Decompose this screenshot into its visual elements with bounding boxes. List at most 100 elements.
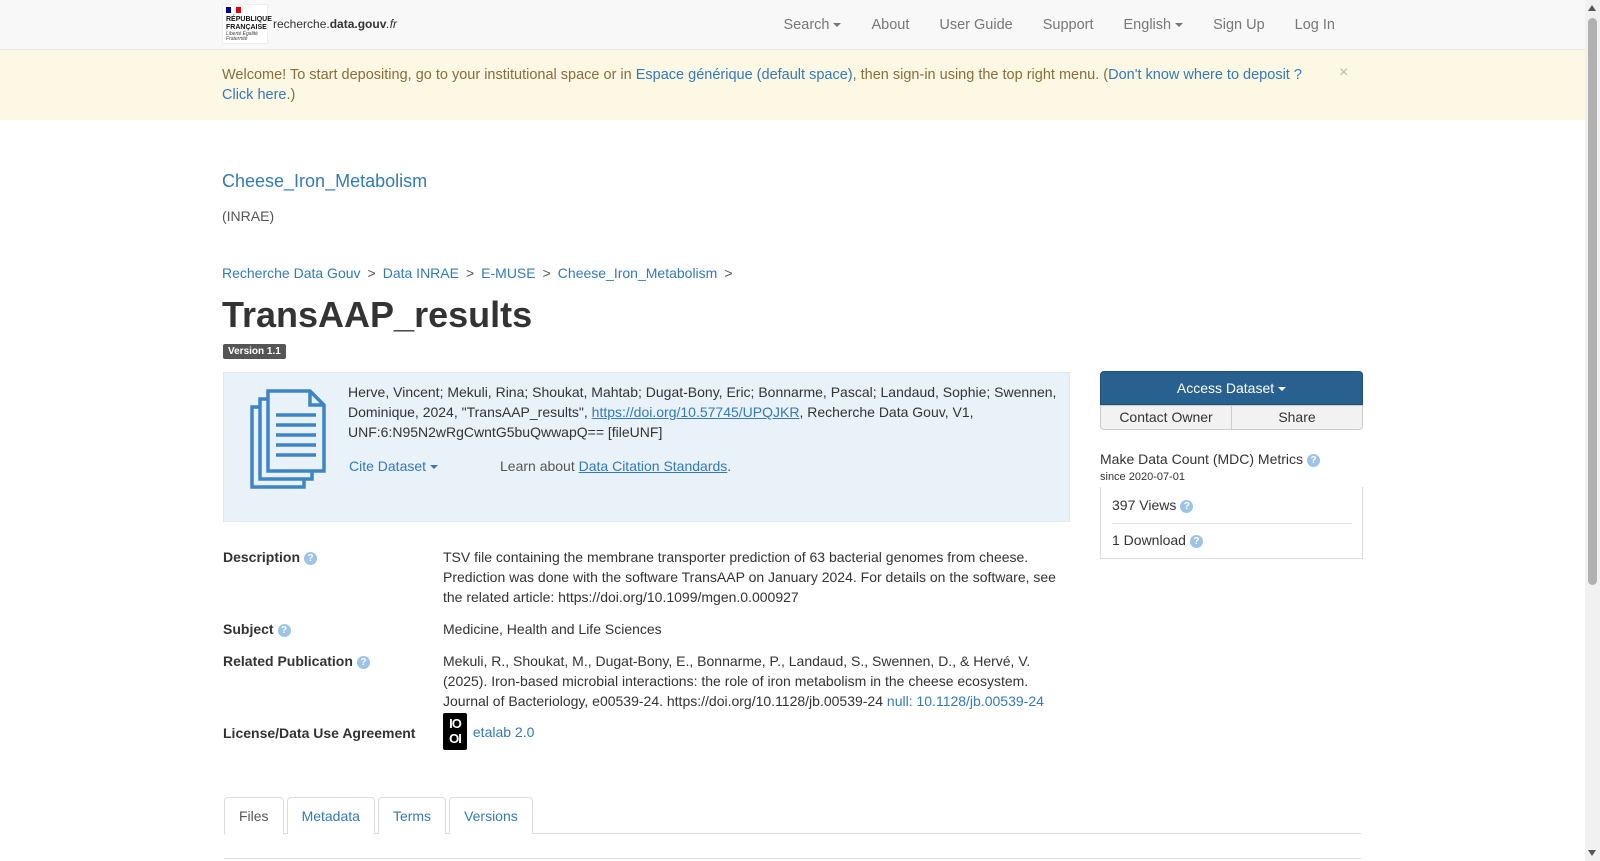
citation-block: Herve, Vincent; Mekuli, Rina; Shoukat, M… — [223, 372, 1070, 522]
alert-text-2: , then sign-in using the top right menu.… — [852, 67, 1109, 83]
publication-label-text: Related Publication — [223, 653, 353, 669]
license-link[interactable]: etalab 2.0 — [473, 724, 535, 740]
chevron-down-icon — [430, 465, 439, 470]
tab-files[interactable]: Files — [224, 797, 284, 835]
metrics-title-text: Make Data Count (MDC) Metrics — [1100, 451, 1304, 467]
scrollbar-thumb[interactable] — [1588, 18, 1597, 585]
french-flag-icon — [226, 7, 241, 13]
publication-value: Mekuli, R., Shoukat, M., Dugat-Bony, E.,… — [443, 651, 1063, 711]
logo-motto: Liberté Égalité Fraternité — [226, 31, 258, 42]
breadcrumb-item[interactable]: Data INRAE — [383, 265, 459, 281]
description-label-text: Description — [223, 549, 301, 565]
breadcrumb-separator: > — [542, 265, 551, 281]
access-dataset-button[interactable]: Access Dataset — [1100, 371, 1363, 405]
chevron-down-icon — [833, 23, 842, 28]
site-logo-link[interactable]: RÉPUBLIQUE FRANÇAISE Liberté Égalité Fra… — [222, 4, 397, 44]
publication-label: Related Publication? — [223, 651, 438, 671]
metrics-panel: 397 Views? 1 Download? — [1100, 487, 1363, 559]
nav-support[interactable]: Support — [1043, 17, 1094, 33]
dataset-title: TransAAP_results — [222, 294, 533, 335]
scroll-down-arrow-icon[interactable] — [1588, 850, 1596, 856]
scroll-up-arrow-icon[interactable] — [1588, 5, 1596, 11]
top-navbar: RÉPUBLIQUE FRANÇAISE Liberté Égalité Fra… — [0, 0, 1585, 50]
help-icon[interactable]: ? — [1307, 454, 1321, 467]
close-icon[interactable]: × — [1339, 63, 1348, 83]
chevron-down-icon — [1175, 23, 1184, 28]
site-name-suffix: .fr — [386, 17, 398, 31]
metrics-since: since 2020-07-01 — [1100, 471, 1186, 483]
breadcrumb-separator: > — [367, 265, 376, 281]
nav-sign-up[interactable]: Sign Up — [1213, 17, 1265, 33]
breadcrumb-item[interactable]: E-MUSE — [481, 265, 535, 281]
subject-value: Medicine, Health and Life Sciences — [443, 621, 662, 637]
nav-language-label: English — [1123, 17, 1172, 33]
description-label: Description? — [223, 547, 438, 567]
chevron-down-icon — [1278, 387, 1287, 392]
breadcrumb-separator: > — [465, 265, 475, 281]
generic-space-link[interactable]: Espace générique (default space) — [636, 67, 853, 83]
metrics-title: Make Data Count (MDC) Metrics? — [1100, 451, 1321, 467]
metrics-divider — [1112, 523, 1352, 524]
license-icon-bottom: OI — [449, 731, 462, 746]
help-icon[interactable]: ? — [356, 656, 370, 669]
republique-francaise-logo: RÉPUBLIQUE FRANÇAISE Liberté Égalité Fra… — [222, 4, 272, 44]
share-button[interactable]: Share — [1232, 405, 1363, 430]
nav-links: Search About User Guide Support English … — [754, 0, 1335, 50]
license-value: IO OI etalab 2.0 — [443, 713, 1063, 750]
downloads-metric: 1 Download? — [1112, 532, 1203, 548]
site-name-bold: data.gouv — [329, 17, 387, 31]
contact-owner-button[interactable]: Contact Owner — [1100, 405, 1232, 430]
tab-panel-border — [224, 858, 1361, 859]
cite-dataset-dropdown[interactable]: Cite Dataset — [349, 458, 439, 474]
breadcrumb-item[interactable]: Recherche Data Gouv — [222, 265, 361, 281]
dataverse-title-link[interactable]: Cheese_Iron_Metabolism — [222, 171, 427, 192]
version-badge: Version 1.1 — [223, 344, 286, 359]
logo-line-1: RÉPUBLIQUE — [226, 16, 272, 23]
page-scrollbar[interactable] — [1585, 0, 1600, 861]
nav-about[interactable]: About — [871, 17, 909, 33]
help-icon[interactable]: ? — [1180, 500, 1194, 513]
breadcrumb: Recherche Data Gouv > Data INRAE > E-MUS… — [222, 265, 740, 281]
access-dataset-label: Access Dataset — [1176, 380, 1275, 396]
alert-text-1: Welcome! To start depositing, go to your… — [222, 67, 636, 83]
owner-share-buttons: Contact Owner Share — [1100, 405, 1363, 430]
cite-dataset-label: Cite Dataset — [349, 458, 427, 474]
alert-message: Welcome! To start depositing, go to your… — [222, 65, 1312, 105]
alert-text-3: .) — [286, 87, 296, 103]
nav-log-in[interactable]: Log In — [1295, 17, 1335, 33]
nav-user-guide[interactable]: User Guide — [939, 17, 1012, 33]
citation-doi-link[interactable]: https://doi.org/10.57745/UPQJKR — [592, 404, 800, 420]
learn-about-text: Learn about — [500, 458, 579, 474]
file-documents-icon — [250, 389, 326, 489]
subject-label: Subject? — [223, 619, 438, 639]
publication-doi-link[interactable]: null: 10.1128/jb.00539-24 — [887, 693, 1044, 709]
help-icon[interactable]: ? — [304, 552, 318, 565]
dataset-tabs: Files Metadata Terms Versions — [224, 797, 1361, 835]
nav-language-dropdown[interactable]: English — [1124, 17, 1184, 33]
site-name: recherche.data.gouv.fr — [273, 17, 397, 31]
citation-standards-note: Learn about Data Citation Standards. — [500, 458, 731, 474]
citation-standards-link[interactable]: Data Citation Standards — [579, 458, 728, 474]
breadcrumb-separator: > — [724, 265, 733, 281]
license-label: License/Data Use Agreement — [223, 725, 416, 741]
description-value: TSV file containing the membrane transpo… — [443, 549, 1056, 605]
etalab-license-icon: IO OI — [443, 713, 467, 750]
views-count: 397 Views — [1112, 497, 1177, 513]
tab-terms[interactable]: Terms — [377, 797, 447, 834]
subject-label-text: Subject — [223, 621, 274, 637]
tab-versions[interactable]: Versions — [449, 797, 533, 834]
dataverse-affiliation: (INRAE) — [222, 208, 275, 224]
citation-text: Herve, Vincent; Mekuli, Rina; Shoukat, M… — [348, 382, 1058, 442]
license-icon-top: IO — [449, 716, 462, 731]
citation-actions: Cite Dataset Learn about Data Citation S… — [349, 458, 731, 474]
views-metric: 397 Views? — [1112, 497, 1194, 513]
help-icon[interactable]: ? — [1189, 535, 1203, 548]
nav-search-dropdown[interactable]: Search — [784, 17, 842, 33]
site-name-prefix: recherche. — [273, 17, 330, 31]
nav-search-label: Search — [783, 17, 830, 33]
learn-end-text: . — [727, 458, 732, 474]
help-icon[interactable]: ? — [277, 624, 291, 637]
breadcrumb-item[interactable]: Cheese_Iron_Metabolism — [558, 265, 718, 281]
tab-metadata[interactable]: Metadata — [286, 797, 375, 834]
downloads-count: 1 Download — [1112, 532, 1186, 548]
